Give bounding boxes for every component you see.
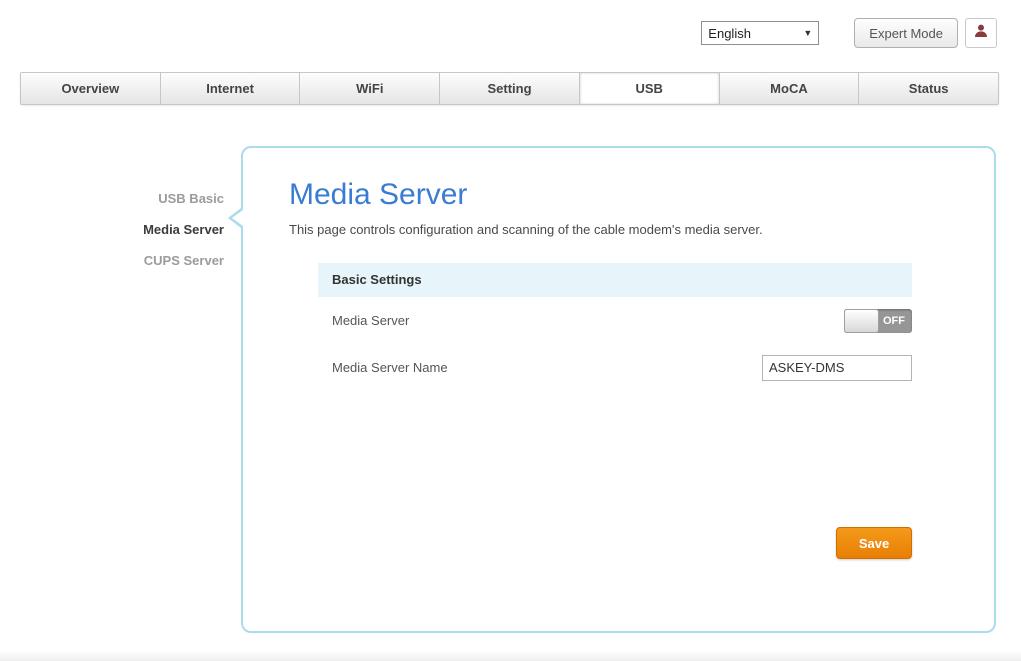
expert-mode-label: Expert Mode bbox=[869, 25, 943, 41]
panel-pointer-arrow-fill bbox=[232, 210, 243, 226]
tab-overview[interactable]: Overview bbox=[21, 73, 161, 104]
toggle-knob bbox=[844, 308, 879, 333]
page-description: This page controls configuration and sca… bbox=[289, 222, 763, 237]
save-button-label: Save bbox=[858, 535, 890, 551]
top-bar: English ▼ Expert Mode bbox=[701, 18, 997, 48]
language-select[interactable]: English ▼ bbox=[701, 21, 820, 45]
usb-sub-nav: USB Basic Media Server CUPS Server bbox=[30, 183, 226, 276]
tab-internet[interactable]: Internet bbox=[160, 73, 301, 104]
sidebar-item-cups-server[interactable]: CUPS Server bbox=[30, 245, 226, 276]
save-button[interactable]: Save bbox=[836, 527, 912, 559]
toggle-state-label: OFF bbox=[883, 314, 905, 327]
chevron-down-icon: ▼ bbox=[803, 28, 813, 38]
user-account-button[interactable] bbox=[965, 18, 997, 48]
sidebar-item-media-server[interactable]: Media Server bbox=[30, 214, 226, 245]
content-panel: Media Server This page controls configur… bbox=[228, 146, 996, 633]
main-tab-bar: Overview Internet WiFi Setting USB MoCA … bbox=[20, 72, 999, 105]
basic-settings-section: Basic Settings Media Server OFF Media Se… bbox=[318, 263, 912, 391]
tab-status[interactable]: Status bbox=[859, 73, 999, 104]
tab-moca[interactable]: MoCA bbox=[719, 73, 860, 104]
media-server-name-row: Media Server Name bbox=[318, 344, 912, 391]
sidebar-item-usb-basic[interactable]: USB Basic bbox=[30, 183, 226, 214]
media-server-name-input[interactable] bbox=[762, 354, 912, 381]
user-icon bbox=[973, 23, 989, 44]
tab-usb[interactable]: USB bbox=[579, 73, 720, 104]
page-title: Media Server bbox=[289, 178, 468, 211]
tab-setting[interactable]: Setting bbox=[440, 73, 580, 104]
section-header: Basic Settings bbox=[318, 263, 912, 297]
media-server-label: Media Server bbox=[332, 313, 410, 328]
media-server-row: Media Server OFF bbox=[318, 297, 912, 344]
media-server-toggle[interactable]: OFF bbox=[844, 308, 912, 333]
tab-wifi[interactable]: WiFi bbox=[300, 73, 441, 104]
language-select-value: English bbox=[708, 25, 751, 41]
expert-mode-button[interactable]: Expert Mode bbox=[854, 18, 958, 48]
media-server-name-label: Media Server Name bbox=[332, 360, 448, 375]
